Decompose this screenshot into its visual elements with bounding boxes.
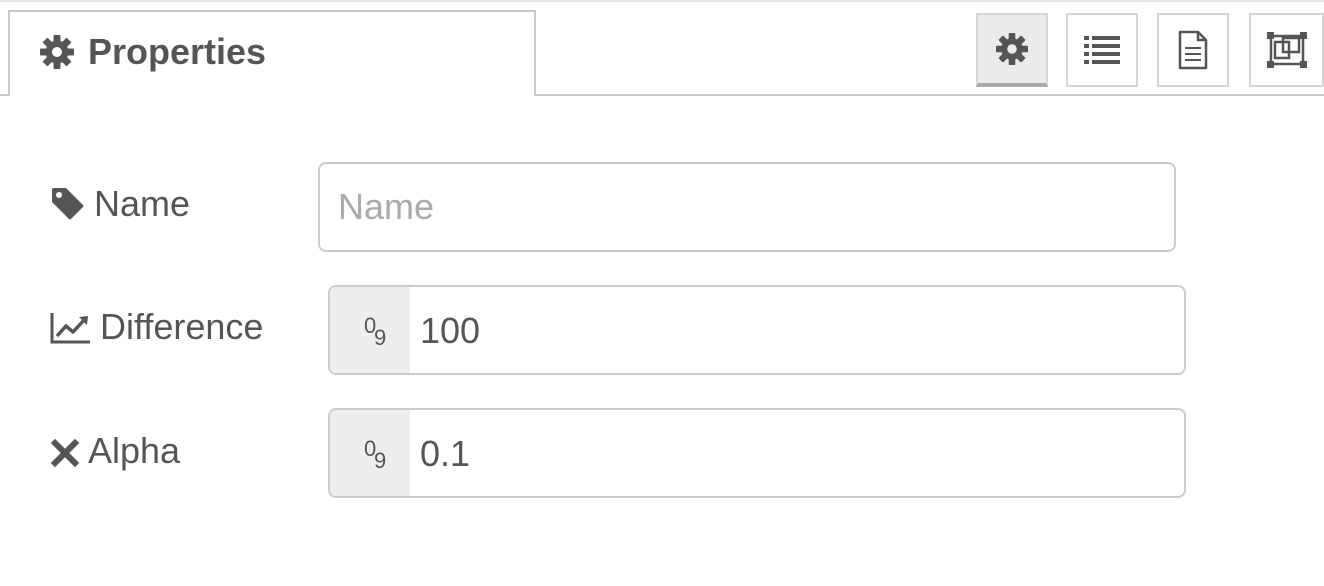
alpha-label: Alpha: [50, 427, 180, 475]
type-digit-bottom: 9: [374, 448, 387, 473]
tab-bar: Properties: [0, 0, 1324, 96]
tag-icon: [52, 188, 84, 220]
times-icon: [50, 438, 80, 468]
document-tab-button[interactable]: [1157, 13, 1229, 87]
tab-properties[interactable]: Properties: [8, 10, 536, 96]
name-label: Name: [50, 180, 190, 228]
gear-icon: [995, 32, 1029, 66]
alpha-value-input[interactable]: [418, 410, 1162, 496]
line-chart-icon: [50, 313, 90, 344]
gear-icon: [40, 35, 74, 69]
list-icon: [1084, 36, 1120, 64]
alpha-label-text: Alpha: [88, 430, 181, 471]
frame-tab-button[interactable]: [1249, 13, 1324, 87]
difference-value-input[interactable]: [418, 287, 1162, 373]
name-input[interactable]: [318, 162, 1176, 252]
list-tab-button[interactable]: [1066, 13, 1138, 87]
alpha-type-select[interactable]: 0 9: [330, 410, 410, 496]
difference-label: Difference: [50, 303, 263, 351]
tab-properties-label: Properties: [88, 31, 267, 72]
name-label-text: Name: [94, 183, 191, 224]
alpha-typed-input: 0 9: [328, 408, 1186, 498]
type-digit-bottom: 9: [374, 325, 387, 350]
document-icon: [1178, 30, 1208, 70]
difference-typed-input: 0 9: [328, 285, 1186, 375]
difference-type-select[interactable]: 0 9: [330, 287, 410, 373]
frame-icon: [1266, 32, 1307, 68]
difference-label-text: Difference: [100, 306, 264, 347]
settings-tab-button[interactable]: [976, 13, 1048, 87]
